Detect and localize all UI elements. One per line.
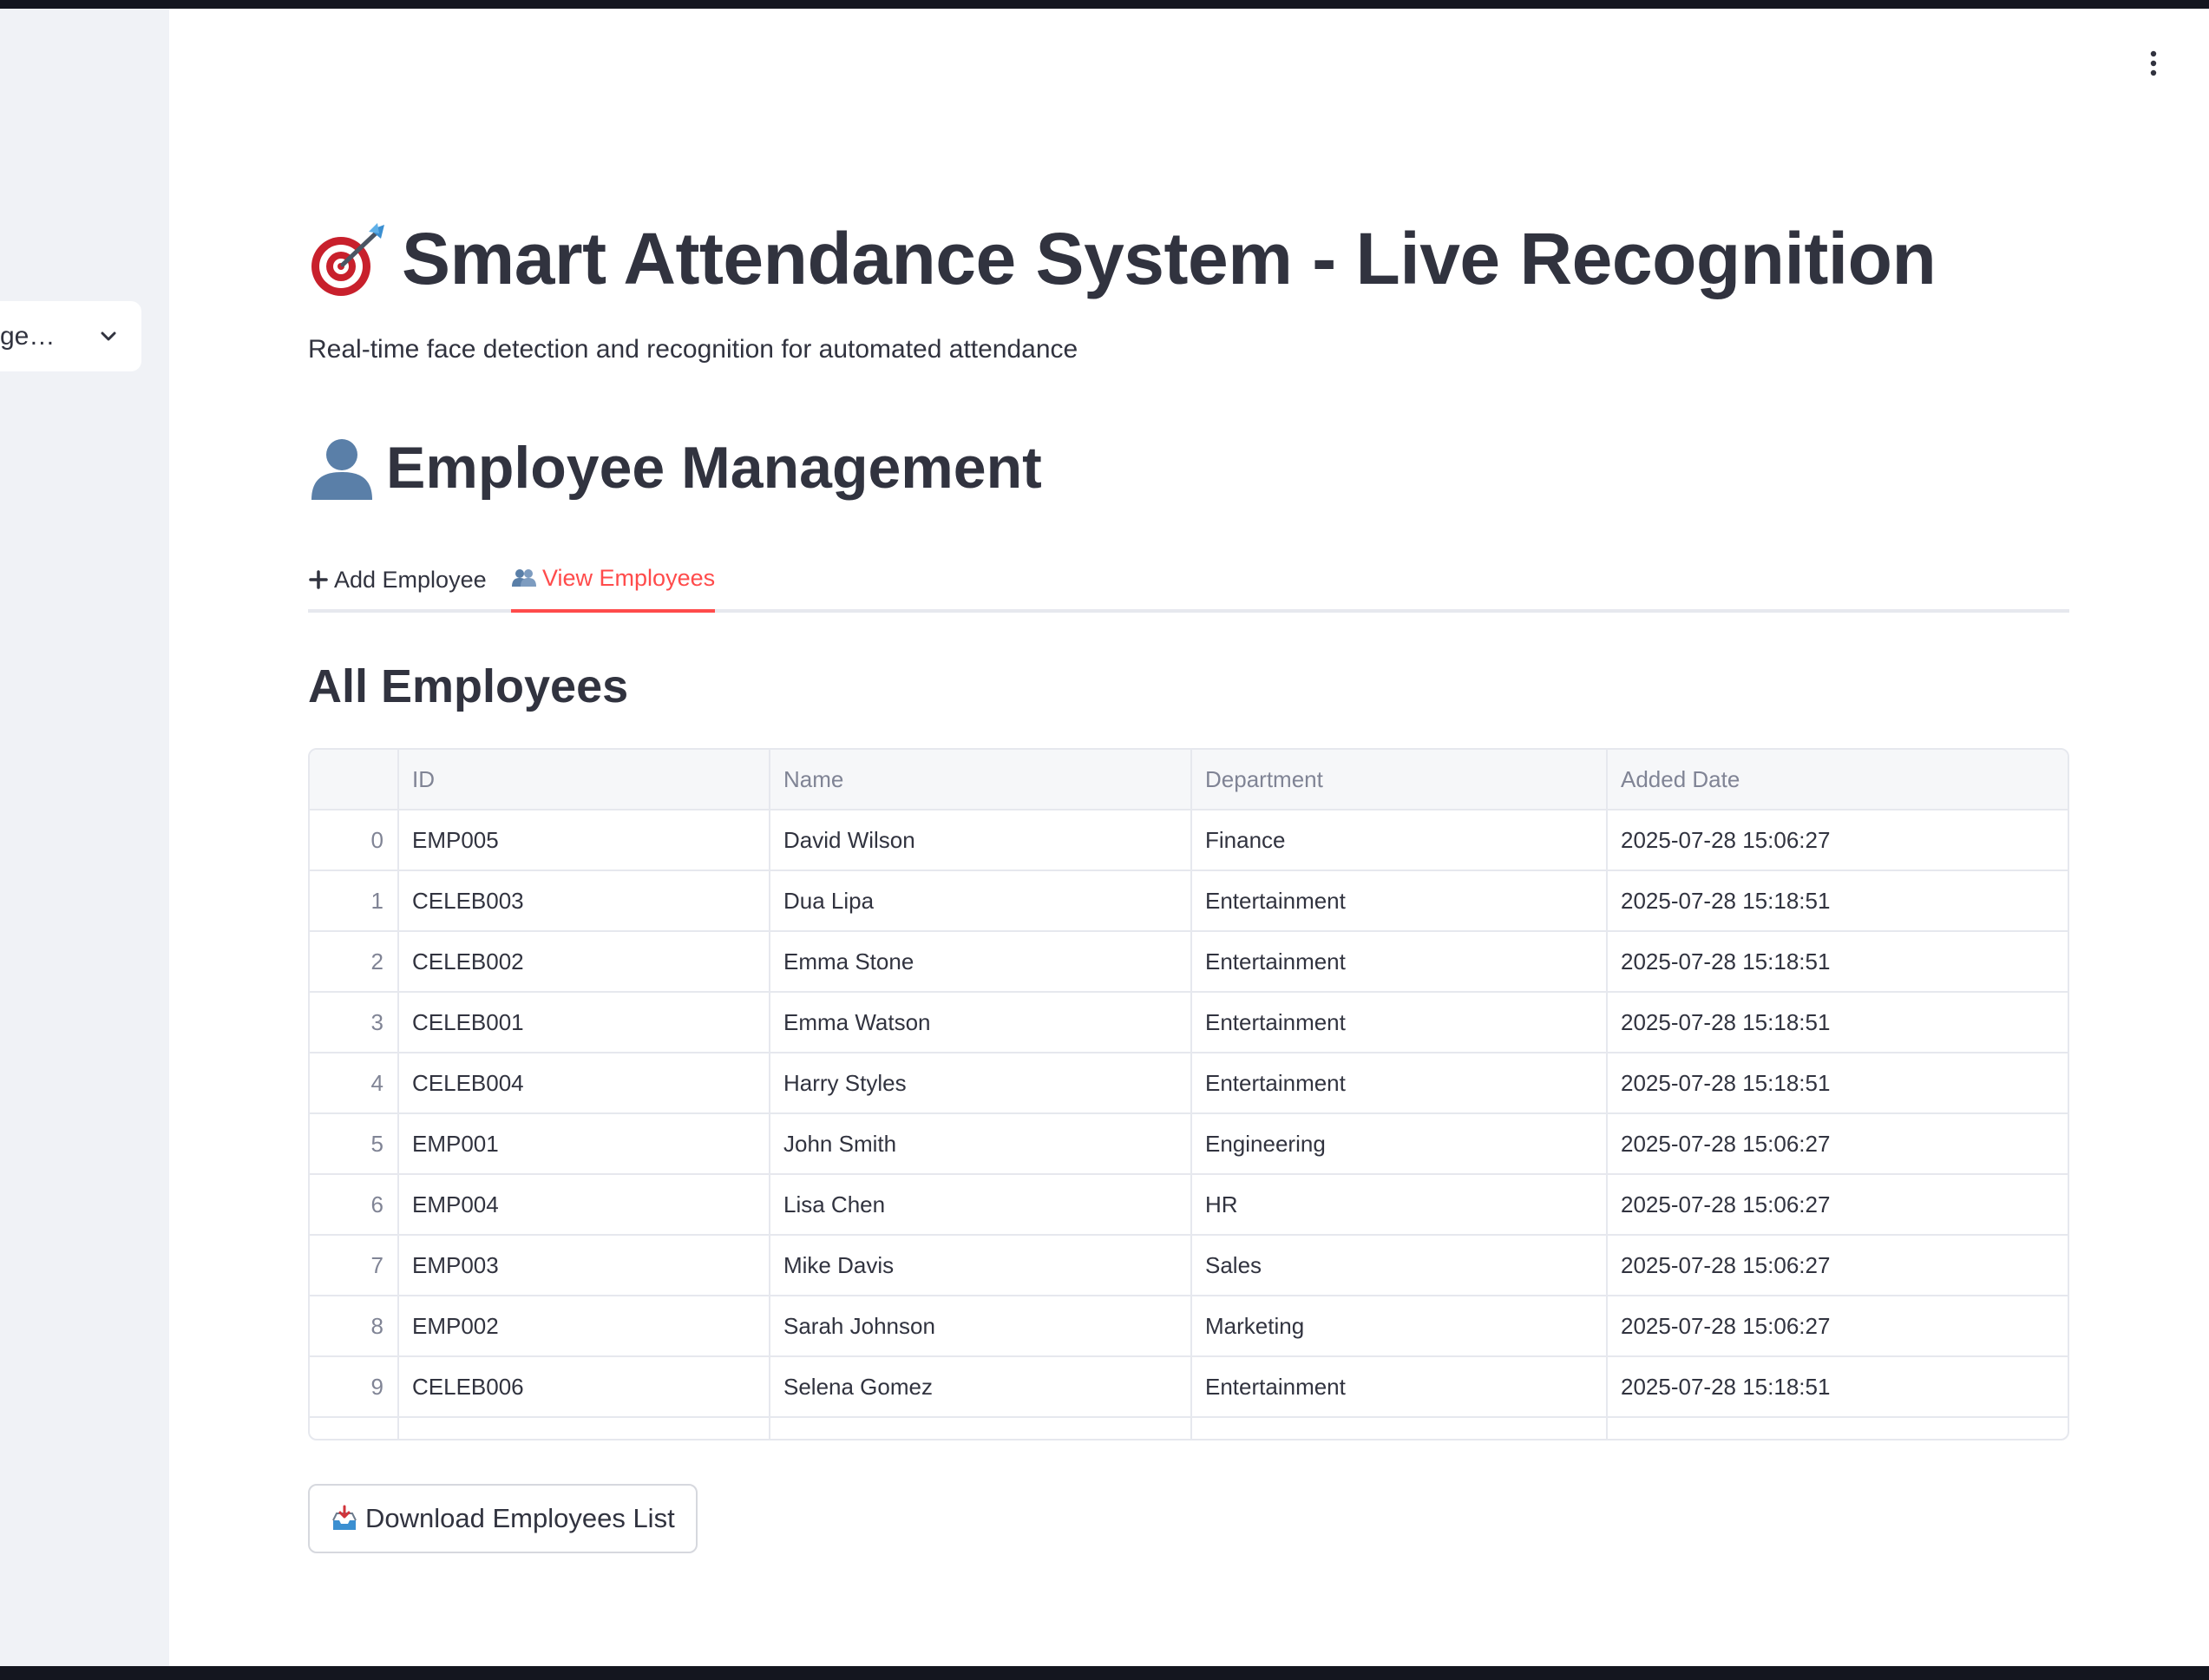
download-employees-button[interactable]: Download Employees List [308, 1484, 698, 1553]
row-index: 1 [310, 871, 399, 930]
cell-name[interactable]: Selena Gomez [770, 1357, 1192, 1416]
bust-silhouette-icon [308, 434, 376, 502]
row-index: 2 [310, 932, 399, 991]
table-title: All Employees [308, 660, 629, 712]
page-subtitle: Real-time face detection and recognition… [308, 335, 1078, 364]
cell-added-date[interactable]: 2025-07-28 15:06:27 [1608, 1175, 2068, 1234]
cell-added-date[interactable]: 2025-07-28 15:06:27 [1608, 810, 2068, 870]
cell-id[interactable]: CELEB001 [399, 993, 770, 1052]
cell-name[interactable]: Harry Styles [770, 1053, 1192, 1112]
tab-add-employee[interactable]: Add Employee [308, 547, 487, 613]
cell-name[interactable]: David Wilson [770, 810, 1192, 870]
section-heading-text: Employee Management [386, 435, 1042, 501]
row-index: 9 [310, 1357, 399, 1416]
cell-name[interactable]: Dua Lipa [770, 871, 1192, 930]
people-icon [511, 568, 537, 588]
page-title-text: Smart Attendance System - Live Recogniti… [402, 218, 1937, 299]
page-select-dropdown[interactable]: ge… [0, 301, 141, 371]
cell-added-date[interactable]: 2025-07-28 15:06:27 [1608, 1236, 2068, 1295]
cell-id[interactable]: EMP004 [399, 1175, 770, 1234]
sidebar: ge… [0, 9, 169, 1666]
chevron-down-icon [98, 326, 119, 347]
cell-department[interactable]: Entertainment [1192, 1418, 1608, 1439]
plus-icon [308, 569, 329, 590]
cell-added-date[interactable]: 2025-07-28 15:18:51 [1608, 871, 2068, 930]
cell-id[interactable]: CELEB004 [399, 1053, 770, 1112]
table-row[interactable]: 0 EMP005 David Wilson Finance 2025-07-28… [310, 810, 2068, 871]
tab-view-employees[interactable]: View Employees [511, 547, 716, 613]
cell-id[interactable]: CELEB002 [399, 932, 770, 991]
cell-department[interactable]: Entertainment [1192, 932, 1608, 991]
row-index: 5 [310, 1114, 399, 1173]
download-button-label: Download Employees List [365, 1503, 675, 1533]
main-menu-button[interactable] [2136, 43, 2171, 87]
table-row[interactable]: 4 CELEB004 Harry Styles Entertainment 20… [310, 1053, 2068, 1114]
bullseye-dart-icon [308, 220, 388, 299]
table-row[interactable]: 9 CELEB006 Selena Gomez Entertainment 20… [310, 1357, 2068, 1418]
table-row[interactable]: 3 CELEB001 Emma Watson Entertainment 202… [310, 993, 2068, 1053]
tab-bar: Add Employee View Employees [308, 547, 2069, 613]
page-select-value: ge… [0, 321, 56, 351]
row-index: 4 [310, 1053, 399, 1112]
row-index: 6 [310, 1175, 399, 1234]
cell-id[interactable]: EMP005 [399, 810, 770, 870]
cell-added-date[interactable]: 2025-07-28 15:18:51 [1608, 993, 2068, 1052]
cell-id[interactable]: CELEB006 [399, 1357, 770, 1416]
cell-added-date[interactable]: 2025-07-28 15:18:51 [1608, 1053, 2068, 1112]
column-header-id[interactable]: ID [399, 750, 770, 809]
cell-id[interactable]: CELEB003 [399, 871, 770, 930]
row-index: 3 [310, 993, 399, 1052]
cell-name[interactable]: Mike Davis [770, 1236, 1192, 1295]
cell-id[interactable]: EMP001 [399, 1114, 770, 1173]
table-row[interactable]: 1 CELEB003 Dua Lipa Entertainment 2025-0… [310, 871, 2068, 932]
cell-department[interactable]: Entertainment [1192, 993, 1608, 1052]
cell-department[interactable]: Sales [1192, 1236, 1608, 1295]
cell-name[interactable]: Lisa Chen [770, 1175, 1192, 1234]
cell-added-date[interactable]: 2025-07-28 15:06:27 [1608, 1114, 2068, 1173]
cell-added-date[interactable]: 2025-07-28 15:18:51 [1608, 932, 2068, 991]
cell-department[interactable]: Entertainment [1192, 1053, 1608, 1112]
table-row[interactable]: 8 EMP002 Sarah Johnson Marketing 2025-07… [310, 1296, 2068, 1357]
cell-added-date[interactable]: 2025-07-28 15:18:51 [1608, 1357, 2068, 1416]
cell-name[interactable]: Emma Watson [770, 993, 1192, 1052]
column-header-index[interactable] [310, 750, 399, 809]
cell-added-date[interactable]: 2025-07-28 15:06:27 [1608, 1296, 2068, 1355]
section-heading: Employee Management [308, 434, 1042, 502]
employees-table[interactable]: ID Name Department Added Date 0 EMP005 D… [308, 748, 2069, 1440]
tab-label: View Employees [542, 564, 716, 591]
cell-name[interactable]: Emma Stone [770, 932, 1192, 991]
row-index [310, 1418, 399, 1439]
column-header-name[interactable]: Name [770, 750, 1192, 809]
cell-added-date[interactable] [1608, 1418, 2068, 1439]
table-row[interactable]: 2 CELEB002 Emma Stone Entertainment 2025… [310, 932, 2068, 993]
vertical-ellipsis-icon [2149, 50, 2158, 81]
cell-department[interactable]: Finance [1192, 810, 1608, 870]
row-index: 8 [310, 1296, 399, 1355]
cell-id[interactable]: EMP003 [399, 1236, 770, 1295]
column-header-department[interactable]: Department [1192, 750, 1608, 809]
cell-department[interactable]: HR [1192, 1175, 1608, 1234]
table-row[interactable]: 5 EMP001 John Smith Engineering 2025-07-… [310, 1114, 2068, 1175]
table-row[interactable]: 7 EMP003 Mike Davis Sales 2025-07-28 15:… [310, 1236, 2068, 1296]
table-row[interactable]: 6 EMP004 Lisa Chen HR 2025-07-28 15:06:2… [310, 1175, 2068, 1236]
cell-department[interactable]: Marketing [1192, 1296, 1608, 1355]
table-row[interactable]: CELEB00 Taylor Swift Entertainment [310, 1418, 2068, 1439]
cell-department[interactable]: Engineering [1192, 1114, 1608, 1173]
table-header-row: ID Name Department Added Date [310, 750, 2068, 810]
page-title: Smart Attendance System - Live Recogniti… [308, 217, 1937, 301]
tab-label: Add Employee [334, 566, 487, 593]
column-header-added-date[interactable]: Added Date [1608, 750, 2068, 809]
row-index: 7 [310, 1236, 399, 1295]
cell-id[interactable]: CELEB00 [399, 1418, 770, 1439]
inbox-tray-icon [331, 1505, 358, 1532]
cell-department[interactable]: Entertainment [1192, 1357, 1608, 1416]
row-index: 0 [310, 810, 399, 870]
cell-name[interactable]: John Smith [770, 1114, 1192, 1173]
cell-id[interactable]: EMP002 [399, 1296, 770, 1355]
cell-department[interactable]: Entertainment [1192, 871, 1608, 930]
app-window: ge… Smart Attendance System - Live Recog… [0, 9, 2209, 1666]
cell-name[interactable]: Sarah Johnson [770, 1296, 1192, 1355]
cell-name[interactable]: Taylor Swift [770, 1418, 1192, 1439]
